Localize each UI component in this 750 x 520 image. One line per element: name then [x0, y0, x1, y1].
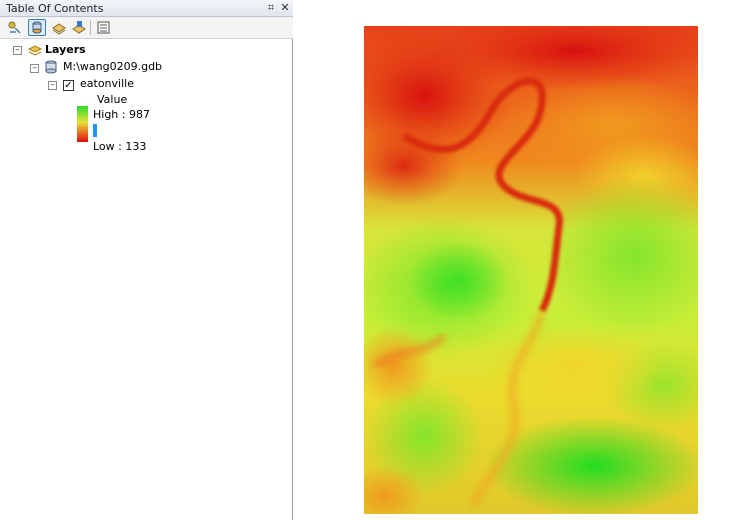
layers-root-label[interactable]: Layers — [45, 43, 86, 56]
panel-title: Table Of Contents — [6, 2, 104, 15]
list-by-visibility-icon[interactable] — [50, 19, 68, 36]
map-raster-eatonville[interactable] — [364, 26, 698, 514]
panel-title-bar: Table Of Contents ⌗ ✕ — [0, 0, 293, 17]
collapse-database-toggle[interactable]: – — [30, 64, 39, 73]
pin-icon[interactable]: ⌗ — [264, 1, 278, 15]
list-by-drawing-order-icon[interactable] — [6, 19, 24, 36]
layers-icon — [27, 43, 43, 60]
collapse-layer-toggle[interactable]: – — [48, 81, 57, 90]
toc-toolbar — [0, 17, 293, 39]
legend-heading: Value — [97, 93, 128, 106]
layer-tree: – Layers – M:\wang0209.gdb – ✓ eatonvill… — [0, 40, 292, 520]
legend-high-label: High : 987 — [93, 108, 150, 121]
database-icon — [44, 59, 58, 78]
legend-low-label: Low : 133 — [93, 140, 147, 153]
layer-visibility-checkbox[interactable]: ✓ — [63, 80, 74, 91]
table-of-contents-panel: Table Of Contents ⌗ ✕ – Layers – M:\wang… — [0, 0, 293, 520]
list-by-selection-icon[interactable] — [70, 19, 88, 36]
list-by-source-icon[interactable] — [28, 19, 46, 36]
ramp-marker — [93, 124, 97, 137]
collapse-layers-toggle[interactable]: – — [13, 46, 22, 55]
layer-label[interactable]: eatonville — [80, 77, 134, 90]
database-label[interactable]: M:\wang0209.gdb — [63, 60, 162, 73]
close-icon[interactable]: ✕ — [278, 1, 292, 15]
toolbar-separator — [90, 20, 91, 35]
options-icon[interactable] — [95, 19, 113, 36]
color-ramp-swatch[interactable] — [77, 106, 88, 142]
